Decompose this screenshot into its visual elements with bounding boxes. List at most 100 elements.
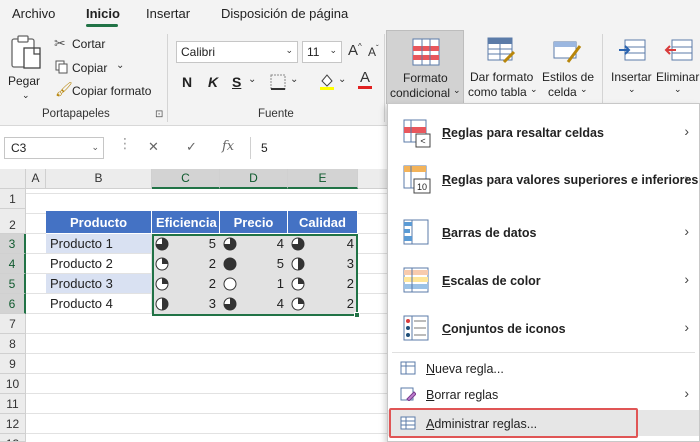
table-cell[interactable]: 2 bbox=[288, 294, 358, 314]
cut-label: Cortar bbox=[72, 37, 106, 51]
fill-handle[interactable] bbox=[354, 312, 360, 318]
table-row-4-name[interactable]: Producto 4 bbox=[46, 294, 152, 314]
table-cell[interactable]: 4 bbox=[288, 234, 358, 254]
fill-color-icon[interactable] bbox=[318, 72, 336, 90]
row-header-12[interactable]: 12 bbox=[0, 414, 26, 434]
table-row-3-name[interactable]: Producto 3 bbox=[46, 274, 152, 294]
chevron-down-icon[interactable]: ⌄ bbox=[248, 74, 256, 85]
cell-styles-icon bbox=[553, 41, 582, 63]
table-cell[interactable]: 5 bbox=[152, 234, 220, 254]
insert-cells-button[interactable]: Insertar ⌄ bbox=[608, 30, 656, 104]
table-cell[interactable]: 3 bbox=[288, 254, 358, 274]
paste-label: Pegar bbox=[8, 74, 41, 88]
row-header-13[interactable]: 13 bbox=[0, 434, 26, 442]
menu-item-top-bottom-rules[interactable]: 10 Reglas para valores superiores e infe… bbox=[388, 158, 699, 202]
row-header-2[interactable]: 2 bbox=[0, 209, 26, 234]
increase-font-icon[interactable]: A^ bbox=[348, 42, 362, 59]
insert-function-icon[interactable]: fx bbox=[222, 139, 234, 154]
chevron-down-icon: ⌄ bbox=[674, 84, 682, 94]
menu-item-clear-rules[interactable]: Borrar reglas › bbox=[388, 382, 699, 406]
column-header-c[interactable]: C bbox=[152, 169, 220, 189]
confirm-icon[interactable]: ✓ bbox=[186, 139, 197, 155]
paintbrush-icon: 🖌 bbox=[55, 81, 73, 97]
font-color-icon[interactable]: A bbox=[358, 70, 372, 89]
bold-button[interactable]: N bbox=[182, 74, 192, 90]
table-cell[interactable]: 3 bbox=[152, 294, 220, 314]
row-header-4[interactable]: 4 bbox=[0, 254, 26, 274]
table-cell[interactable]: 4 bbox=[220, 294, 288, 314]
dialog-launcher-icon[interactable]: ⊡ bbox=[155, 109, 163, 120]
format-as-table-label-2: como tabla bbox=[468, 85, 527, 99]
cut-button[interactable]: ✂ Cortar bbox=[54, 35, 124, 54]
row-header-8[interactable]: 8 bbox=[0, 334, 26, 354]
row-header-1[interactable]: 1 bbox=[0, 189, 26, 209]
row-header-7[interactable]: 7 bbox=[0, 314, 26, 334]
cell-value: 2 bbox=[208, 256, 216, 271]
table-header-producto[interactable]: Producto bbox=[46, 211, 152, 234]
table-cell[interactable]: 5 bbox=[220, 254, 288, 274]
row-header-6[interactable]: 6 bbox=[0, 294, 26, 314]
row-header-9[interactable]: 9 bbox=[0, 354, 26, 374]
row-header-3[interactable]: 3 bbox=[0, 234, 26, 254]
column-header-a[interactable]: A bbox=[26, 169, 46, 189]
table-cell[interactable]: 1 bbox=[220, 274, 288, 294]
column-header-d[interactable]: D bbox=[220, 169, 288, 189]
tab-inicio[interactable]: Inicio bbox=[86, 6, 120, 21]
tab-insertar[interactable]: Insertar bbox=[146, 6, 190, 21]
tab-disposicion-pagina[interactable]: Disposición de página bbox=[221, 6, 348, 21]
formula-input[interactable]: 5 bbox=[250, 137, 390, 159]
format-painter-button[interactable]: 🖌 Copiar formato bbox=[54, 81, 158, 100]
underline-button[interactable]: S bbox=[232, 74, 241, 90]
menu-item-data-bars[interactable]: Barras de datos › bbox=[388, 210, 699, 254]
table-cell[interactable]: 4 bbox=[220, 234, 288, 254]
font-group-label: Fuente bbox=[258, 108, 294, 120]
table-cell[interactable]: 2 bbox=[288, 274, 358, 294]
cell-styles-button[interactable]: Estilos de celda ⌄ bbox=[538, 30, 598, 104]
harvey-ball-icon bbox=[155, 237, 169, 251]
borders-icon[interactable] bbox=[270, 74, 286, 90]
table-row-1-name[interactable]: Producto 1 bbox=[46, 234, 152, 254]
copy-button[interactable]: Copiar ⌄ bbox=[54, 59, 130, 77]
row-header-5[interactable]: 5 bbox=[0, 274, 26, 294]
font-size-combo[interactable]: 11 ⌄ bbox=[302, 41, 342, 63]
chevron-down-icon[interactable]: ⌄ bbox=[338, 74, 346, 85]
italic-button[interactable]: K bbox=[208, 74, 218, 90]
chevron-down-icon: ⌄ bbox=[453, 85, 461, 95]
tab-archivo[interactable]: Archivo bbox=[12, 6, 55, 21]
font-name-combo[interactable]: Calibri ⌄ bbox=[176, 41, 298, 63]
paste-button[interactable]: Pegar ⌄ bbox=[6, 32, 48, 104]
decrease-font-icon[interactable]: Aˇ bbox=[368, 44, 379, 59]
svg-text:10: 10 bbox=[417, 182, 427, 192]
chevron-down-icon[interactable]: ⌄ bbox=[290, 74, 298, 85]
column-header-f[interactable] bbox=[358, 169, 387, 189]
table-cell[interactable]: 2 bbox=[152, 254, 220, 274]
column-header-b[interactable]: B bbox=[46, 169, 152, 189]
table-row-2-name[interactable]: Producto 2 bbox=[46, 254, 152, 274]
table-header-calidad[interactable]: Calidad bbox=[288, 211, 358, 234]
cancel-icon[interactable]: ✕ bbox=[148, 139, 159, 155]
table-header-eficiencia[interactable]: Eficiencia bbox=[152, 211, 220, 234]
conditional-format-button[interactable]: Formato condicional ⌄ bbox=[386, 30, 464, 104]
menu-item-icon-sets[interactable]: Conjuntos de iconos › bbox=[388, 306, 699, 350]
icon-sets-icon bbox=[403, 315, 429, 341]
clipboard-group-label: Portapapeles bbox=[42, 108, 110, 120]
row-header-11[interactable]: 11 bbox=[0, 394, 26, 414]
row-header-10[interactable]: 10 bbox=[0, 374, 26, 394]
cell-value: 5 bbox=[208, 236, 216, 251]
harvey-ball-icon bbox=[223, 257, 237, 271]
select-all-corner[interactable] bbox=[0, 169, 26, 189]
harvey-ball-icon bbox=[291, 257, 305, 271]
menu-item-new-rule[interactable]: Nueva regla... bbox=[388, 356, 699, 380]
name-box[interactable]: C3 ⌄ bbox=[4, 137, 104, 159]
format-as-table-label-1: Dar formato bbox=[470, 70, 534, 84]
menu-label: Conjuntos de iconos bbox=[442, 322, 566, 336]
menu-item-highlight-rules[interactable]: < Reglas para resaltar celdas › bbox=[388, 112, 699, 154]
table-cell[interactable]: 2 bbox=[152, 274, 220, 294]
menu-item-color-scales[interactable]: Escalas de color › bbox=[388, 258, 699, 302]
delete-cells-button[interactable]: Eliminar ⌄ bbox=[656, 30, 700, 104]
format-as-table-button[interactable]: Dar formato como tabla ⌄ bbox=[466, 30, 538, 104]
eraser-icon bbox=[400, 387, 416, 401]
table-header-precio[interactable]: Precio bbox=[220, 211, 288, 234]
column-header-e[interactable]: E bbox=[288, 169, 358, 189]
worksheet-grid[interactable]: A B C D E 1 2 3 4 5 6 7 8 9 10 11 12 13 … bbox=[0, 169, 387, 442]
